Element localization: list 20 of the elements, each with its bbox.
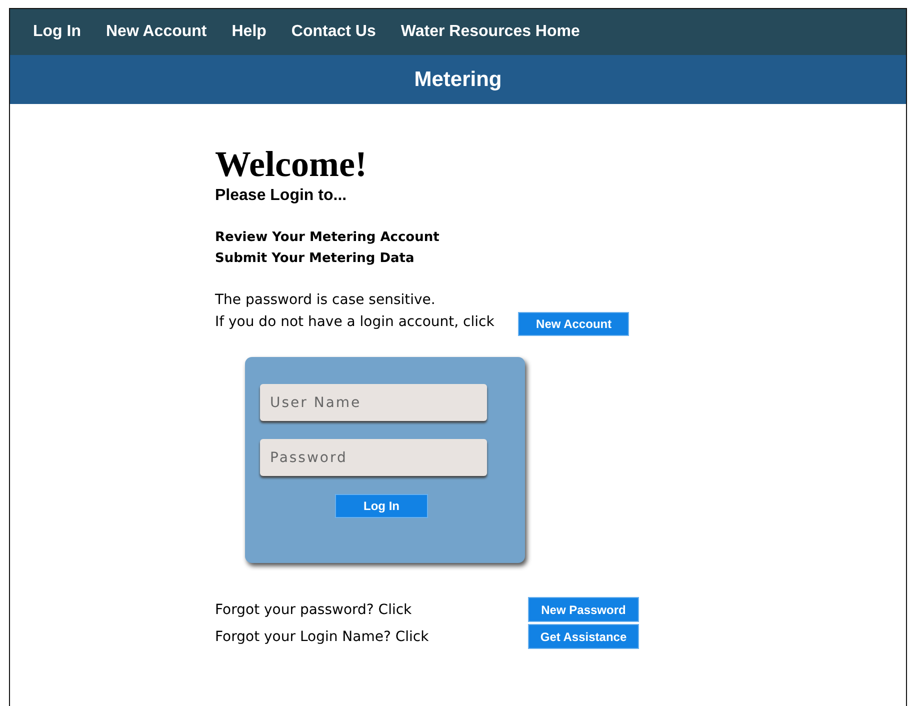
welcome-heading: Welcome!	[215, 144, 368, 184]
login-button[interactable]: Log In	[335, 494, 428, 518]
nav-link[interactable]: Log In	[33, 23, 81, 41]
purpose-text: Submit Your Metering Data	[215, 250, 416, 268]
new-account-prompt: If you do not have a login account, click	[215, 314, 494, 330]
help-prompt: Forgot your password? Click	[215, 602, 413, 618]
purpose-text: Review Your Metering Account	[215, 229, 440, 247]
nav-link[interactable]: Water Resources Home	[400, 23, 580, 41]
nav-link[interactable]: New Account	[106, 23, 207, 41]
page-title: Metering	[414, 68, 502, 92]
help-prompt: Forgot your Login Name? Click	[215, 628, 430, 644]
new-account-button[interactable]: New Account	[518, 312, 630, 336]
subheading: Please Login to...	[215, 187, 348, 205]
username-field[interactable]: User Name	[260, 384, 487, 421]
password-note: The password is case sensitive.	[215, 291, 436, 310]
password-field[interactable]: Password	[260, 439, 487, 476]
nav-link[interactable]: Contact Us	[291, 23, 376, 41]
new-password-button[interactable]: New Password	[528, 597, 639, 622]
get-assistance-button[interactable]: Get Assistance	[528, 624, 639, 649]
nav-link[interactable]: Help	[232, 23, 266, 41]
